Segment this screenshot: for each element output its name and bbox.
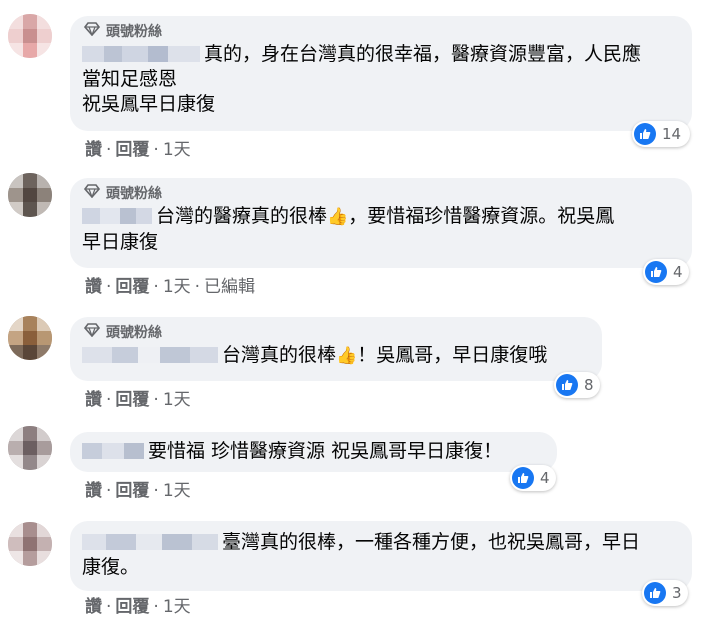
like-icon (556, 374, 578, 396)
reaction-count[interactable]: 8 (554, 372, 600, 398)
top-fan-badge: 頭號粉絲 (82, 184, 680, 204)
comment-text: 真的，身在台灣真的很幸福，醫療資源豐富，人民應 當知足感恩 祝吳鳳早日康復 (82, 43, 642, 115)
comment-bubble: 要惜福 珍惜醫療資源 祝吳鳳哥早日康復！ (70, 432, 557, 472)
badge-label: 頭號粉絲 (106, 24, 162, 40)
reply-link[interactable]: 回覆 (115, 597, 149, 617)
commenter-name[interactable] (82, 443, 144, 459)
badge-label: 頭號粉絲 (106, 186, 162, 202)
timestamp[interactable]: 1天 (163, 481, 191, 501)
timestamp[interactable]: 1天 (163, 277, 191, 297)
top-fan-badge: 頭號粉絲 (82, 22, 680, 42)
like-link[interactable]: 讚 (85, 277, 102, 297)
comment-actions: 讚 · 回覆 · 1天 (85, 140, 191, 160)
commenter-name[interactable] (82, 46, 200, 62)
reaction-count[interactable]: 14 (632, 121, 690, 147)
like-link[interactable]: 讚 (85, 597, 102, 617)
avatar[interactable] (8, 316, 52, 360)
reply-link[interactable]: 回覆 (115, 390, 149, 410)
comment-actions: 讚 · 回覆 · 1天 (85, 390, 191, 410)
avatar[interactable] (8, 426, 52, 470)
top-fan-badge: 頭號粉絲 (82, 323, 590, 343)
timestamp[interactable]: 1天 (163, 390, 191, 410)
comment-text: 臺灣真的很棒，一種各種方便，也祝吳鳳哥，早日 康復。 (82, 531, 641, 578)
thumbs-up-emoji: 👍 (327, 207, 349, 227)
badge-label: 頭號粉絲 (106, 325, 162, 341)
diamond-icon (83, 22, 101, 42)
like-icon (645, 261, 667, 283)
diamond-icon (83, 323, 101, 343)
reply-link[interactable]: 回覆 (115, 140, 149, 160)
comment-bubble: 頭號粉絲 台灣的醫療真的很棒👍，要惜福珍惜醫療資源。祝吳鳳 早日康復 (70, 178, 692, 268)
like-link[interactable]: 讚 (85, 390, 102, 410)
comment-actions: 讚 · 回覆 · 1天 · 已編輯 (85, 277, 256, 297)
comment-actions: 讚 · 回覆 · 1天 (85, 597, 191, 617)
comment-text: 台灣真的很棒👍！吳鳳哥，早日康復哦 (82, 343, 590, 369)
thumbs-up-emoji: 👍 (336, 346, 358, 366)
avatar[interactable] (8, 173, 52, 217)
reaction-count[interactable]: 4 (643, 259, 689, 285)
like-link[interactable]: 讚 (85, 140, 102, 160)
like-icon (634, 123, 656, 145)
commenter-name[interactable] (82, 534, 218, 550)
diamond-icon (83, 184, 101, 204)
comment-bubble: 臺灣真的很棒，一種各種方便，也祝吳鳳哥，早日 康復。 (70, 521, 692, 591)
commenter-name[interactable] (82, 208, 152, 224)
edited-label[interactable]: 已編輯 (204, 277, 255, 297)
timestamp[interactable]: 1天 (163, 140, 191, 160)
timestamp[interactable]: 1天 (163, 597, 191, 617)
like-link[interactable]: 讚 (85, 481, 102, 501)
like-icon (644, 582, 666, 604)
commenter-name[interactable] (82, 347, 218, 363)
avatar[interactable] (8, 522, 52, 566)
comment-bubble: 頭號粉絲 台灣真的很棒👍！吳鳳哥，早日康復哦 (70, 317, 602, 381)
reply-link[interactable]: 回覆 (115, 277, 149, 297)
comment-bubble: 頭號粉絲 真的，身在台灣真的很幸福，醫療資源豐富，人民應 當知足感恩 祝吳鳳早日… (70, 16, 692, 131)
reaction-count[interactable]: 3 (642, 580, 688, 606)
reaction-count[interactable]: 4 (510, 465, 556, 491)
avatar[interactable] (8, 14, 52, 58)
comment-text: 要惜福 珍惜醫療資源 祝吳鳳哥早日康復！ (82, 439, 545, 464)
comment-actions: 讚 · 回覆 · 1天 (85, 481, 191, 501)
reply-link[interactable]: 回覆 (115, 481, 149, 501)
comment-text: 台灣的醫療真的很棒👍，要惜福珍惜醫療資源。祝吳鳳 早日康復 (82, 205, 615, 253)
like-icon (512, 467, 534, 489)
